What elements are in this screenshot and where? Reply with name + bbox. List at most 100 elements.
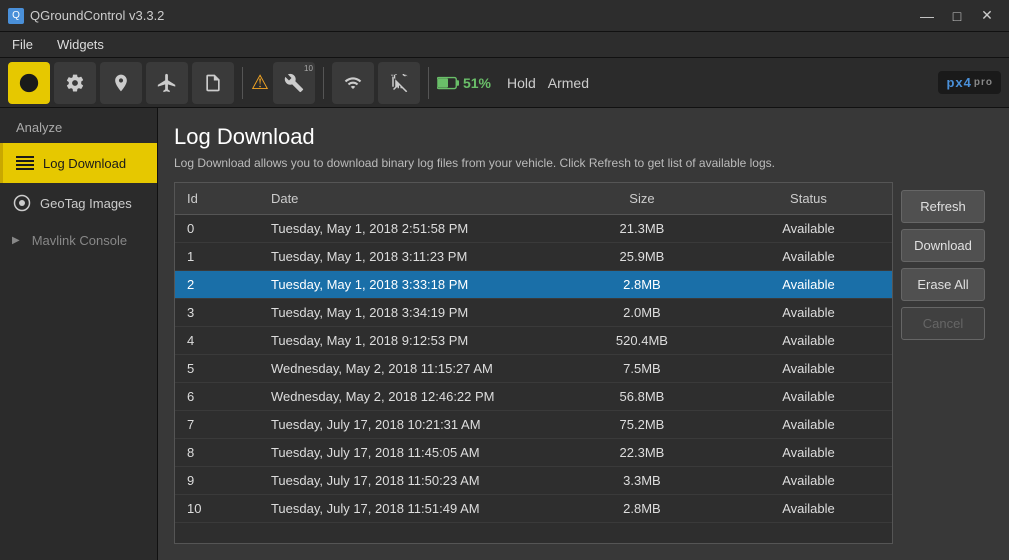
sidebar: Analyze Log Download GeoTag Images ▶ Mav… <box>0 108 158 560</box>
table-row[interactable]: 5 Wednesday, May 2, 2018 11:15:27 AM 7.5… <box>175 355 892 383</box>
table-row[interactable]: 8 Tuesday, July 17, 2018 11:45:05 AM 22.… <box>175 439 892 467</box>
app-icon: Q <box>8 8 24 24</box>
title-bar-left: Q QGroundControl v3.3.2 <box>8 8 164 24</box>
cell-date: Tuesday, July 17, 2018 11:50:23 AM <box>259 467 559 495</box>
cell-size: 3.3MB <box>559 467 725 495</box>
cell-id: 6 <box>175 383 259 411</box>
content-area: Log Download Log Download allows you to … <box>158 108 1009 560</box>
cell-size: 21.3MB <box>559 215 725 243</box>
chevron-right-icon: ▶ <box>12 235 20 246</box>
refresh-button[interactable]: Refresh <box>901 190 985 223</box>
cell-size: 7.5MB <box>559 355 725 383</box>
cell-size: 2.8MB <box>559 495 725 523</box>
cell-id: 10 <box>175 495 259 523</box>
cancel-button[interactable]: Cancel <box>901 307 985 340</box>
table-row[interactable]: 7 Tuesday, July 17, 2018 10:21:31 AM 75.… <box>175 411 892 439</box>
cell-date: Tuesday, July 17, 2018 11:51:49 AM <box>259 495 559 523</box>
sidebar-item-geotag-images[interactable]: GeoTag Images <box>0 183 157 223</box>
table-row[interactable]: 0 Tuesday, May 1, 2018 2:51:58 PM 21.3MB… <box>175 215 892 243</box>
menu-bar: File Widgets <box>0 32 1009 58</box>
cell-id: 5 <box>175 355 259 383</box>
app-title: QGroundControl v3.3.2 <box>30 8 164 23</box>
cell-id: 9 <box>175 467 259 495</box>
sidebar-header: Analyze <box>0 112 157 143</box>
toolbar-signal-btn[interactable] <box>378 62 420 104</box>
table-header-row: Id Date Size Status <box>175 183 892 215</box>
cell-date: Tuesday, May 1, 2018 9:12:53 PM <box>259 327 559 355</box>
toolbar-telemetry-btn[interactable] <box>332 62 374 104</box>
cell-status: Available <box>725 271 892 299</box>
cell-status: Available <box>725 411 892 439</box>
cell-date: Wednesday, May 2, 2018 12:46:22 PM <box>259 383 559 411</box>
cell-id: 0 <box>175 215 259 243</box>
geotag-icon <box>12 193 32 213</box>
warning-icon[interactable]: ⚠ <box>251 70 269 95</box>
table-row[interactable]: 1 Tuesday, May 1, 2018 3:11:23 PM 25.9MB… <box>175 243 892 271</box>
battery-pct: 51% <box>463 75 491 91</box>
table-row[interactable]: 4 Tuesday, May 1, 2018 9:12:53 PM 520.4M… <box>175 327 892 355</box>
window-controls: — □ ✕ <box>913 5 1001 27</box>
cell-date: Tuesday, May 1, 2018 3:33:18 PM <box>259 271 559 299</box>
cell-status: Available <box>725 355 892 383</box>
toolbar-tools-btn[interactable]: 10 <box>273 62 315 104</box>
toolbar-sep3 <box>428 67 429 99</box>
page-title: Log Download <box>174 124 993 150</box>
sidebar-item-mavlink-console[interactable]: ▶ Mavlink Console <box>0 223 157 258</box>
menu-file[interactable]: File <box>8 35 37 54</box>
toolbar-sep1 <box>242 67 243 99</box>
px4-logo: px4 pro <box>938 71 1001 94</box>
cell-id: 4 <box>175 327 259 355</box>
title-bar: Q QGroundControl v3.3.2 — □ ✕ <box>0 0 1009 32</box>
cell-status: Available <box>725 243 892 271</box>
geotag-label: GeoTag Images <box>40 196 132 211</box>
cell-status: Available <box>725 215 892 243</box>
counter-value: 10 <box>304 64 313 73</box>
cell-date: Tuesday, May 1, 2018 2:51:58 PM <box>259 215 559 243</box>
close-button[interactable]: ✕ <box>973 5 1001 27</box>
cell-status: Available <box>725 299 892 327</box>
table-row[interactable]: 10 Tuesday, July 17, 2018 11:51:49 AM 2.… <box>175 495 892 523</box>
main-layout: Analyze Log Download GeoTag Images ▶ Mav… <box>0 108 1009 560</box>
col-date: Date <box>259 183 559 215</box>
toolbar-sep2 <box>323 67 324 99</box>
cell-size: 75.2MB <box>559 411 725 439</box>
cell-id: 8 <box>175 439 259 467</box>
toolbar-analyze-btn[interactable] <box>192 62 234 104</box>
table-row[interactable]: 9 Tuesday, July 17, 2018 11:50:23 AM 3.3… <box>175 467 892 495</box>
toolbar: ⚠ 10 51% Hold Armed px4 pro <box>0 58 1009 108</box>
sidebar-item-log-download[interactable]: Log Download <box>0 143 157 183</box>
download-button[interactable]: Download <box>901 229 985 262</box>
cell-status: Available <box>725 495 892 523</box>
col-status: Status <box>725 183 892 215</box>
cell-date: Tuesday, July 17, 2018 10:21:31 AM <box>259 411 559 439</box>
cell-id: 1 <box>175 243 259 271</box>
toolbar-fly-btn[interactable] <box>146 62 188 104</box>
menu-widgets[interactable]: Widgets <box>53 35 108 54</box>
cell-date: Wednesday, May 2, 2018 11:15:27 AM <box>259 355 559 383</box>
table-row[interactable]: 2 Tuesday, May 1, 2018 3:33:18 PM 2.8MB … <box>175 271 892 299</box>
cell-status: Available <box>725 383 892 411</box>
armed-status: Armed <box>548 75 589 91</box>
table-row[interactable]: 3 Tuesday, May 1, 2018 3:34:19 PM 2.0MB … <box>175 299 892 327</box>
log-download-label: Log Download <box>43 156 126 171</box>
toolbar-map-btn[interactable] <box>100 62 142 104</box>
toolbar-settings-btn[interactable] <box>54 62 96 104</box>
maximize-button[interactable]: □ <box>943 5 971 27</box>
action-panel: Refresh Download Erase All Cancel <box>893 182 993 544</box>
minimize-button[interactable]: — <box>913 5 941 27</box>
erase-all-button[interactable]: Erase All <box>901 268 985 301</box>
table-row[interactable]: 6 Wednesday, May 2, 2018 12:46:22 PM 56.… <box>175 383 892 411</box>
col-size: Size <box>559 183 725 215</box>
page-description: Log Download allows you to download bina… <box>174 156 993 170</box>
log-table[interactable]: Id Date Size Status 0 Tuesday, May 1, 20… <box>174 182 893 544</box>
toolbar-home-btn[interactable] <box>8 62 50 104</box>
cell-date: Tuesday, May 1, 2018 3:11:23 PM <box>259 243 559 271</box>
battery-indicator: 51% <box>437 75 491 91</box>
cell-size: 22.3MB <box>559 439 725 467</box>
mavlink-label: Mavlink Console <box>32 233 127 248</box>
cell-id: 2 <box>175 271 259 299</box>
col-id: Id <box>175 183 259 215</box>
cell-size: 2.0MB <box>559 299 725 327</box>
cell-size: 25.9MB <box>559 243 725 271</box>
cell-size: 2.8MB <box>559 271 725 299</box>
